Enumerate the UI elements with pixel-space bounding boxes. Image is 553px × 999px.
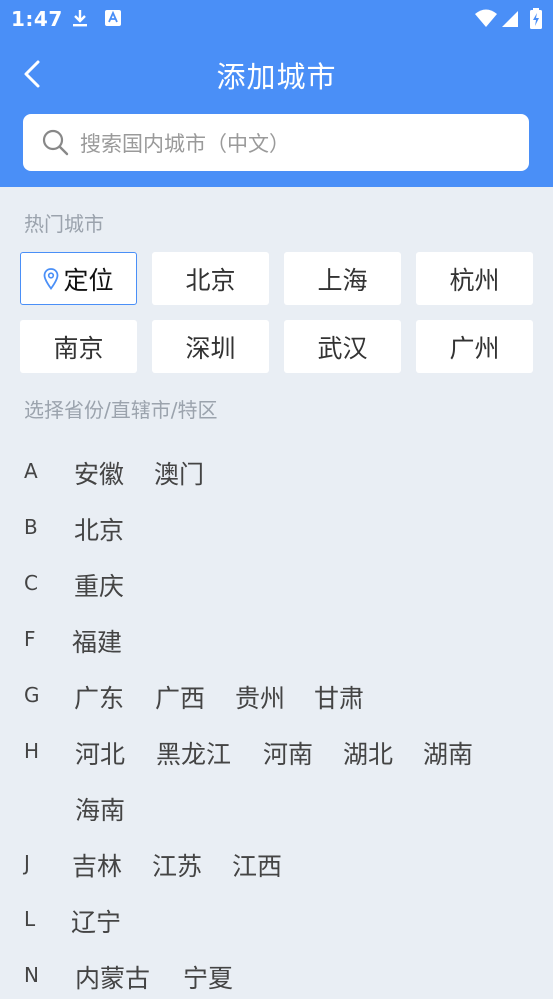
province-group-h: H 河北 黑龙江 河南 湖北 湖南 海南	[0, 735, 553, 825]
province-section-label: 选择省份/直辖市/特区	[24, 398, 218, 422]
province-item[interactable]: 湖北	[343, 735, 393, 771]
province-group-j: J 吉林 江苏 江西	[0, 847, 553, 887]
search-icon	[42, 129, 69, 156]
province-group-g: G 广东 广西 贵州 甘肃	[0, 679, 553, 719]
province-group-c: C 重庆	[0, 567, 553, 607]
header: 1:47 添加城市	[0, 0, 553, 187]
province-item[interactable]: 安徽	[74, 455, 124, 491]
province-item[interactable]: 江苏	[152, 847, 202, 883]
battery-icon	[530, 8, 542, 29]
province-group-a: A 安徽 澳门	[0, 455, 553, 495]
title-bar: 添加城市	[0, 44, 553, 100]
app-notification-icon	[105, 10, 121, 26]
locate-label: 定位	[63, 265, 114, 295]
status-bar: 1:47	[0, 0, 553, 36]
province-item[interactable]: 河北	[75, 735, 125, 771]
hot-city-button[interactable]: 杭州	[416, 252, 533, 305]
province-item[interactable]: 澳门	[154, 455, 204, 491]
locate-button[interactable]: 定位	[20, 252, 137, 305]
index-letter: C	[24, 571, 38, 595]
province-group-f: F 福建	[0, 623, 553, 663]
location-pin-icon	[44, 267, 59, 290]
hot-city-button[interactable]: 深圳	[152, 320, 269, 373]
hot-city-button[interactable]: 武汉	[284, 320, 401, 373]
province-item[interactable]: 贵州	[235, 679, 285, 715]
province-item[interactable]: 宁夏	[183, 959, 233, 995]
province-group-l: L 辽宁	[0, 903, 553, 943]
province-item[interactable]: 北京	[74, 511, 124, 547]
province-item[interactable]: 海南	[75, 791, 125, 827]
province-item[interactable]: 吉林	[72, 847, 122, 883]
status-time: 1:47	[11, 7, 63, 31]
download-icon	[73, 10, 87, 27]
hot-city-button[interactable]: 广州	[416, 320, 533, 373]
index-letter: A	[24, 459, 38, 483]
province-item[interactable]: 福建	[72, 623, 122, 659]
hot-city-button[interactable]: 南京	[20, 320, 137, 373]
search-input[interactable]	[78, 126, 512, 162]
province-item[interactable]: 黑龙江	[156, 735, 231, 771]
province-item[interactable]: 内蒙古	[75, 959, 150, 995]
wifi-icon	[475, 9, 497, 27]
index-letter: F	[24, 627, 36, 651]
page-title: 添加城市	[216, 60, 337, 94]
index-letter: B	[24, 515, 38, 539]
hot-city-button[interactable]: 北京	[152, 252, 269, 305]
province-group-n: N 内蒙古 宁夏	[0, 959, 553, 999]
province-item[interactable]: 甘肃	[314, 679, 364, 715]
search-box[interactable]	[23, 114, 529, 171]
index-letter: H	[24, 739, 40, 763]
index-letter: G	[24, 683, 40, 707]
index-letter: N	[24, 963, 39, 987]
province-group-b: B 北京	[0, 511, 553, 551]
hot-city-button[interactable]: 上海	[284, 252, 401, 305]
province-item[interactable]: 河南	[263, 735, 313, 771]
province-item[interactable]: 重庆	[74, 567, 124, 603]
province-item[interactable]: 辽宁	[71, 903, 121, 939]
province-item[interactable]: 湖南	[423, 735, 473, 771]
index-letter: L	[24, 907, 36, 931]
hot-cities-label: 热门城市	[24, 212, 104, 236]
province-item[interactable]: 江西	[232, 847, 282, 883]
index-letter: J	[24, 851, 30, 875]
province-item[interactable]: 广西	[155, 679, 205, 715]
province-item[interactable]: 广东	[74, 679, 124, 715]
signal-icon	[502, 11, 518, 27]
